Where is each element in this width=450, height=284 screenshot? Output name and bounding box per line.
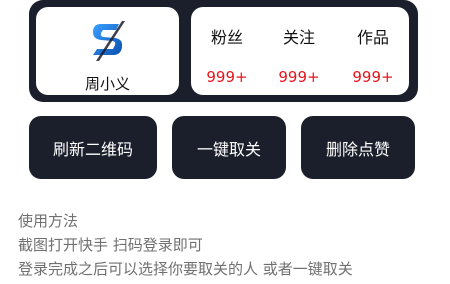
instructions-title: 使用方法 [18,212,79,230]
stat-works: 作品 999+ [337,7,409,95]
instructions-line-1: 截图打开快手 扫码登录即可 [18,236,203,254]
one-click-unfollow-button[interactable]: 一键取关 [172,116,286,179]
stat-followers-value: 999+ [206,68,248,86]
stat-works-value: 999+ [352,68,394,86]
stat-following-label: 关注 [282,28,315,47]
stat-works-label: 作品 [356,28,389,47]
delete-likes-button[interactable]: 删除点赞 [301,116,415,179]
stat-followers-label: 粉丝 [210,28,243,47]
page: 周小义 粉丝 999+ 关注 999+ 作品 999+ 刷新二维码 一键取关 删… [0,0,450,284]
stats-panel: 粉丝 999+ 关注 999+ 作品 999+ [191,7,409,95]
profile-panel: 周小义 [36,7,179,95]
instructions-line-2: 登录完成之后可以选择你要取关的人 或者一键取关 [18,260,353,278]
username: 周小义 [84,75,130,93]
stat-following: 关注 999+ [263,7,335,95]
instructions: 使用方法 截图打开快手 扫码登录即可 登录完成之后可以选择你要取关的人 或者一键… [18,209,448,281]
refresh-qr-button[interactable]: 刷新二维码 [29,116,157,179]
s-logo-icon [93,21,125,61]
stat-following-value: 999+ [278,68,320,86]
stat-followers: 粉丝 999+ [191,7,263,95]
